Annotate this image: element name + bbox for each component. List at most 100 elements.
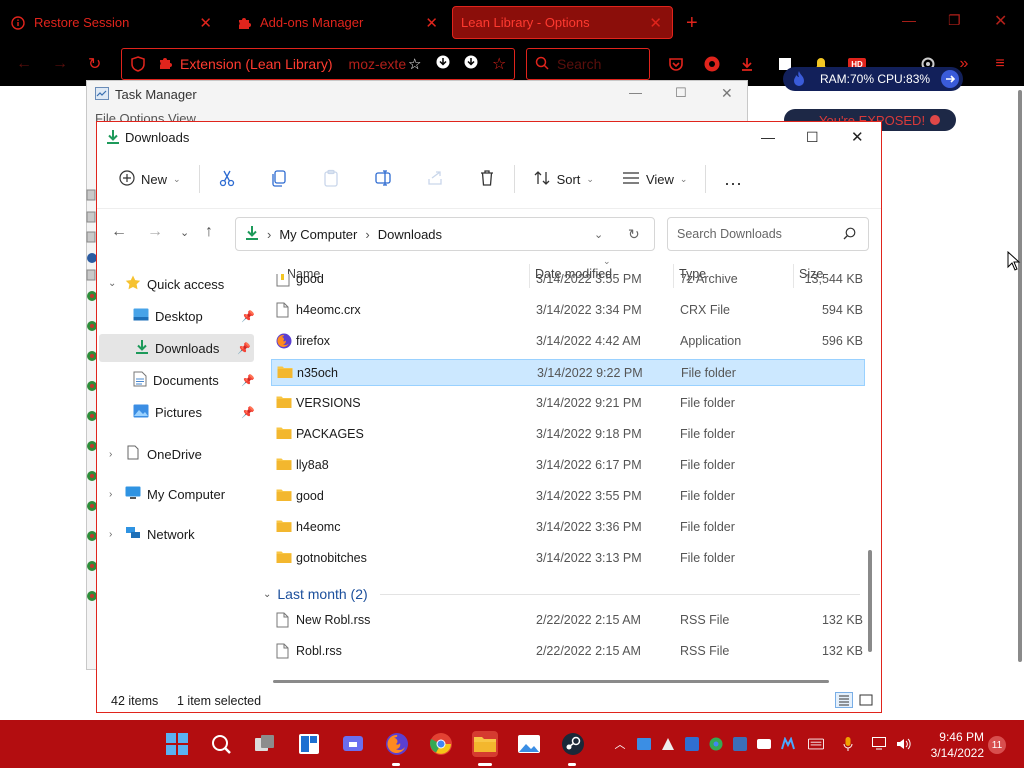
file-explorer-window[interactable]: Downloads — ☐ ✕ New ⌄ Sort ⌄ View ⌄ ... — [96, 121, 882, 713]
nav-documents[interactable]: Documents 📌 — [133, 366, 255, 394]
download-icon[interactable] — [464, 55, 478, 72]
network-tray-icon[interactable] — [872, 736, 888, 752]
copy-button[interactable] — [262, 162, 296, 196]
file-row[interactable]: n35och 3/14/2022 9:22 PM File folder — [271, 359, 865, 386]
file-row[interactable]: good 3/14/2022 3:55 PM File folder — [271, 483, 865, 510]
file-row[interactable]: Robl.rss 2/22/2022 2:15 AM RSS File 132 KB — [271, 638, 865, 665]
download-arrow-icon[interactable] — [739, 56, 755, 72]
close-tab-icon[interactable]: ✕ — [199, 14, 212, 32]
widgets-icon[interactable] — [296, 731, 322, 757]
pin-icon[interactable]: 📌 — [241, 310, 255, 323]
share-button[interactable] — [418, 162, 452, 196]
up-arrow-icon[interactable]: ↑ — [205, 223, 213, 241]
file-row[interactable]: h4eomc.crx 3/14/2022 3:34 PM CRX File 594 K… — [271, 297, 865, 324]
paste-button[interactable] — [314, 162, 348, 196]
file-row[interactable]: lly8a8 3/14/2022 6:17 PM File folder — [271, 452, 865, 479]
sort-button[interactable]: Sort ⌄ — [525, 162, 602, 196]
new-button[interactable]: New ⌄ — [111, 162, 189, 196]
back-button[interactable]: ← — [16, 55, 32, 73]
tab-lean-library-options[interactable]: Lean Library - Options ✕ — [452, 6, 673, 39]
nav-downloads[interactable]: Downloads 📌 — [99, 334, 254, 362]
chat-icon[interactable] — [340, 731, 366, 757]
recent-locations-chevron-icon[interactable]: ⌄ — [180, 226, 189, 239]
star-icon[interactable]: ☆ — [492, 54, 506, 74]
search-downloads-input[interactable]: Search Downloads — [667, 217, 869, 251]
tray-app-icon[interactable] — [732, 736, 748, 752]
file-row[interactable]: good 3/14/2022 3:55 PM 7z Archive 13,544 KB — [271, 274, 865, 293]
pin-icon[interactable]: 📌 — [241, 374, 255, 387]
expand-chevron-icon[interactable]: › — [109, 529, 112, 540]
nav-network[interactable]: Network — [125, 520, 195, 548]
expand-chevron-icon[interactable]: ⌄ — [108, 278, 116, 289]
download-icon[interactable] — [436, 55, 450, 72]
nav-pictures[interactable]: Pictures 📌 — [133, 398, 255, 426]
more-options-button[interactable]: ... — [716, 162, 750, 196]
minimize-button[interactable]: — — [902, 12, 916, 28]
tray-app-icon[interactable] — [684, 736, 700, 752]
tray-app-icon[interactable] — [780, 736, 796, 752]
details-view-button[interactable] — [835, 692, 853, 708]
address-bar[interactable]: › My Computer › Downloads ⌄ ↻ — [235, 217, 655, 251]
notification-badge[interactable]: 11 — [988, 736, 1006, 754]
group-header-last-month[interactable]: ⌄ Last month (2) — [263, 586, 860, 602]
file-row[interactable]: h4eomc 3/14/2022 3:36 PM File folder — [271, 514, 865, 541]
file-row[interactable]: New Robl.rss 2/22/2022 2:15 AM RSS File 132… — [271, 607, 865, 634]
minimize-button[interactable]: — — [629, 85, 642, 100]
pin-icon[interactable]: 📌 — [237, 342, 251, 355]
close-button[interactable]: ✕ — [721, 85, 733, 102]
cut-button[interactable] — [210, 162, 244, 196]
keyboard-icon[interactable] — [808, 736, 824, 752]
refresh-icon[interactable]: ↻ — [628, 226, 640, 243]
chrome-taskbar-icon[interactable] — [428, 731, 454, 757]
firefox-taskbar-icon[interactable] — [384, 731, 410, 757]
page-scrollbar[interactable] — [1018, 90, 1022, 662]
file-row[interactable]: firefox 3/14/2022 4:42 AM Application 596 K… — [271, 328, 865, 355]
address-dropdown-chevron-icon[interactable]: ⌄ — [594, 228, 603, 241]
microphone-icon[interactable] — [840, 736, 856, 752]
forward-button[interactable]: → — [52, 55, 68, 73]
steam-icon[interactable] — [560, 731, 586, 757]
expand-chevron-icon[interactable]: › — [109, 449, 112, 460]
delete-button[interactable] — [470, 162, 504, 196]
file-row[interactable]: PACKAGES 3/14/2022 9:18 PM File folder — [271, 421, 865, 448]
tab-restore-session[interactable]: Restore Session ✕ — [0, 6, 222, 39]
maximize-button[interactable]: ☐ — [675, 85, 687, 101]
volume-icon[interactable] — [896, 736, 912, 752]
minimize-button[interactable]: — — [761, 129, 775, 145]
photos-icon[interactable] — [516, 731, 542, 757]
close-tab-icon[interactable]: ✕ — [425, 14, 438, 32]
tray-app-icon[interactable] — [660, 736, 676, 752]
url-bar[interactable]: Extension (Lean Library) moz-exte ☆ ☆ — [121, 48, 515, 80]
file-row[interactable]: gotnobitches 3/14/2022 3:13 PM File folder — [271, 545, 865, 572]
start-button[interactable] — [164, 731, 190, 757]
new-tab-button[interactable]: + — [686, 12, 698, 35]
breadcrumb-downloads[interactable]: Downloads — [378, 227, 442, 242]
forward-arrow-icon[interactable]: → — [147, 223, 163, 241]
maximize-button[interactable]: ❐ — [948, 12, 961, 29]
back-arrow-icon[interactable]: ← — [111, 223, 127, 241]
file-explorer-taskbar-icon[interactable] — [472, 731, 498, 757]
vertical-scrollbar[interactable] — [868, 550, 872, 652]
nav-my-computer[interactable]: My Computer — [125, 480, 225, 508]
close-window-button[interactable]: ✕ — [994, 11, 1007, 31]
hamburger-menu-icon[interactable]: ≡ — [992, 55, 1008, 72]
tray-app-icon[interactable] — [636, 736, 652, 752]
file-row[interactable]: VERSIONS 3/14/2022 9:21 PM File folder — [271, 390, 865, 417]
tab-addons-manager[interactable]: Add-ons Manager ✕ — [226, 6, 448, 39]
tray-app-icon[interactable] — [756, 736, 772, 752]
tiles-view-button[interactable] — [859, 694, 873, 709]
ublock-icon[interactable] — [704, 56, 720, 72]
breadcrumb-my-computer[interactable]: My Computer — [279, 227, 357, 242]
search-bar[interactable]: Search — [526, 48, 650, 80]
chrome-tray-icon[interactable] — [708, 736, 724, 752]
search-taskbar-icon[interactable] — [208, 731, 234, 757]
rename-button[interactable] — [366, 162, 400, 196]
pocket-icon[interactable] — [668, 56, 684, 72]
maximize-button[interactable]: ☐ — [806, 129, 819, 146]
close-button[interactable]: ✕ — [851, 128, 864, 146]
task-view-icon[interactable] — [252, 731, 278, 757]
nav-onedrive[interactable]: OneDrive — [127, 440, 202, 468]
star-icon[interactable]: ☆ — [408, 55, 421, 73]
expand-chevron-icon[interactable]: › — [109, 489, 112, 500]
reload-button[interactable]: ↻ — [88, 54, 101, 74]
